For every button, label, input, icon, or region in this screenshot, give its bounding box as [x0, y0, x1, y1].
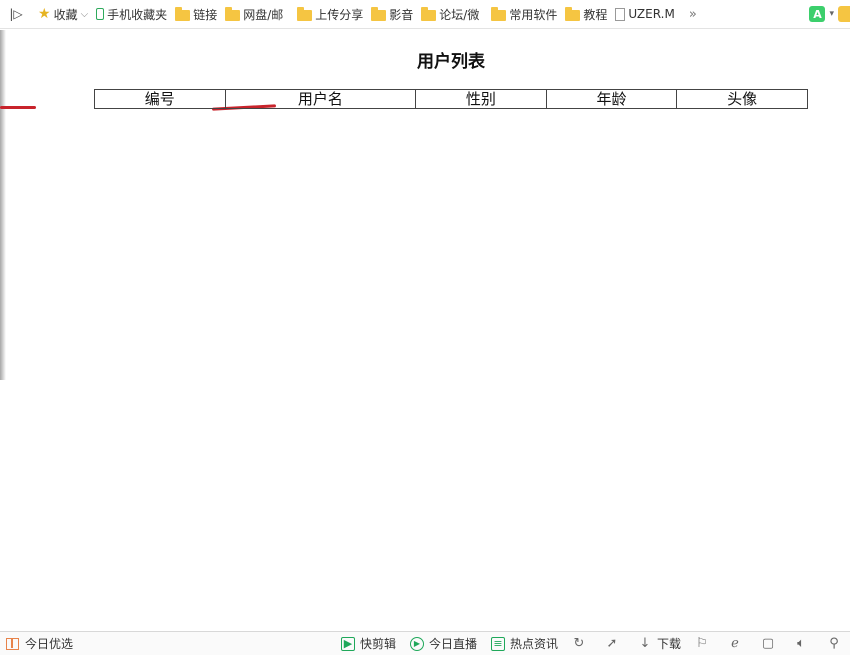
- bookmark-folder-links[interactable]: 链接: [175, 0, 217, 28]
- bookmark-label: 收藏: [53, 7, 78, 22]
- folder-icon: [371, 6, 387, 21]
- window-icon: ▢: [761, 636, 775, 651]
- bookmark-label: UZER.M: [628, 7, 675, 21]
- folder-icon: [297, 6, 313, 21]
- more-bookmarks-icon[interactable]: »: [689, 7, 697, 22]
- chevron-down-icon[interactable]: ⌵: [81, 9, 89, 20]
- folder-icon: [491, 6, 507, 21]
- folder-icon: [421, 6, 437, 21]
- user-table: 编号 用户名 性别 年龄 头像: [94, 89, 808, 109]
- status-bar: 今日优选 ▶ 快剪辑 ▶ 今日直播 ≡ 热点资讯 ↻ ➚ ↓ 下载 ⚐ ℯ ▢ …: [0, 631, 850, 655]
- rocket-icon: ➚: [606, 636, 618, 651]
- page-icon: [615, 7, 626, 21]
- flag-icon: ⚐: [696, 636, 708, 651]
- page-title: 用户列表: [417, 52, 485, 72]
- speaker-icon: 🔈︎: [797, 636, 805, 651]
- quick-edit-label: 快剪辑: [359, 637, 396, 651]
- extension-area: A ▾: [809, 0, 850, 28]
- status-bar-tools: ▶ 快剪辑 ▶ 今日直播 ≡ 热点资讯 ↻ ➚ ↓ 下载 ⚐ ℯ ▢ 🔈︎ ⚲: [340, 635, 850, 652]
- bookmark-folder-tutorials[interactable]: 教程: [565, 0, 607, 28]
- gift-icon: [6, 637, 19, 650]
- column-header-avatar: 头像: [676, 89, 808, 109]
- red-annotation-mark: [0, 106, 36, 109]
- quick-edit-button[interactable]: ▶ 快剪辑: [340, 635, 396, 652]
- bookmark-label: 教程: [583, 7, 608, 22]
- news-icon: ≡: [490, 636, 505, 651]
- news-button[interactable]: ≡ 热点资讯: [490, 635, 558, 652]
- bookmark-label: 常用软件: [509, 7, 558, 22]
- window-edge-shadow: [0, 30, 6, 380]
- refresh-icon: ↻: [573, 636, 585, 651]
- bookmark-label: 上传分享: [315, 7, 364, 22]
- extension-icon[interactable]: [838, 6, 850, 22]
- window-button[interactable]: ▢: [761, 636, 780, 651]
- zoom-button[interactable]: ⚲: [827, 636, 846, 651]
- column-header-id: 编号: [94, 89, 226, 109]
- bookmark-folder-media[interactable]: 影音: [371, 0, 413, 28]
- zoom-icon: ⚲: [829, 636, 839, 651]
- bookmark-folder-netdisk[interactable]: 网盘/邮: [225, 0, 283, 28]
- column-header-gender: 性别: [415, 89, 547, 109]
- bookmark-label: 网盘/邮: [243, 7, 284, 22]
- accelerate-button[interactable]: ➚: [605, 636, 624, 651]
- download-label: 下载: [656, 637, 681, 651]
- download-button[interactable]: ↓ 下载: [638, 635, 681, 652]
- ie-mode-button[interactable]: ℯ: [728, 636, 747, 651]
- live-button[interactable]: ▶ 今日直播: [409, 635, 477, 652]
- chevron-down-icon[interactable]: ▾: [829, 9, 834, 19]
- table-header-row: 编号 用户名 性别 年龄 头像: [94, 89, 808, 109]
- bookmark-uzer[interactable]: UZER.M: [615, 0, 675, 28]
- bookmark-folder-software[interactable]: 常用软件: [491, 0, 557, 28]
- bookmark-label: 论坛/微: [439, 7, 480, 22]
- bookmark-folder-forum[interactable]: 论坛/微: [421, 0, 479, 28]
- bookmark-label: 影音: [389, 7, 414, 22]
- folder-icon: [225, 6, 241, 21]
- bookmark-label: 手机收藏夹: [107, 7, 168, 22]
- translate-extension-icon[interactable]: A: [809, 6, 826, 22]
- flag-button[interactable]: ⚐: [695, 636, 714, 651]
- volume-button[interactable]: 🔈︎: [794, 636, 813, 651]
- column-header-age: 年龄: [545, 89, 678, 109]
- ie-icon: ℯ: [731, 636, 739, 651]
- today-picks[interactable]: 今日优选: [6, 635, 73, 652]
- today-picks-label: 今日优选: [25, 637, 74, 651]
- bookmark-favorites[interactable]: ★ 收藏 ⌵: [38, 0, 88, 28]
- download-icon: ↓: [639, 636, 651, 651]
- play-circle-icon: ▶: [409, 636, 424, 651]
- news-label: 热点资讯: [509, 637, 558, 651]
- live-label: 今日直播: [428, 637, 477, 651]
- sidebar-toggle-icon[interactable]: |▷: [6, 0, 26, 28]
- bookmark-mobile-favorites[interactable]: 手机收藏夹: [96, 0, 167, 28]
- star-icon: ★: [38, 6, 51, 22]
- bookmark-folder-upload[interactable]: 上传分享: [297, 0, 363, 28]
- column-header-username: 用户名: [224, 89, 417, 109]
- bookmark-label: 链接: [193, 7, 218, 22]
- phone-icon: [96, 8, 105, 20]
- play-box-icon: ▶: [340, 636, 355, 651]
- folder-icon: [175, 6, 191, 21]
- refresh-button[interactable]: ↻: [572, 636, 591, 651]
- folder-icon: [565, 6, 581, 21]
- bookmarks-bar: |▷ ★ 收藏 ⌵ 手机收藏夹 链接 网盘/邮 上传分享 影音 论坛/微 常用软…: [0, 0, 850, 29]
